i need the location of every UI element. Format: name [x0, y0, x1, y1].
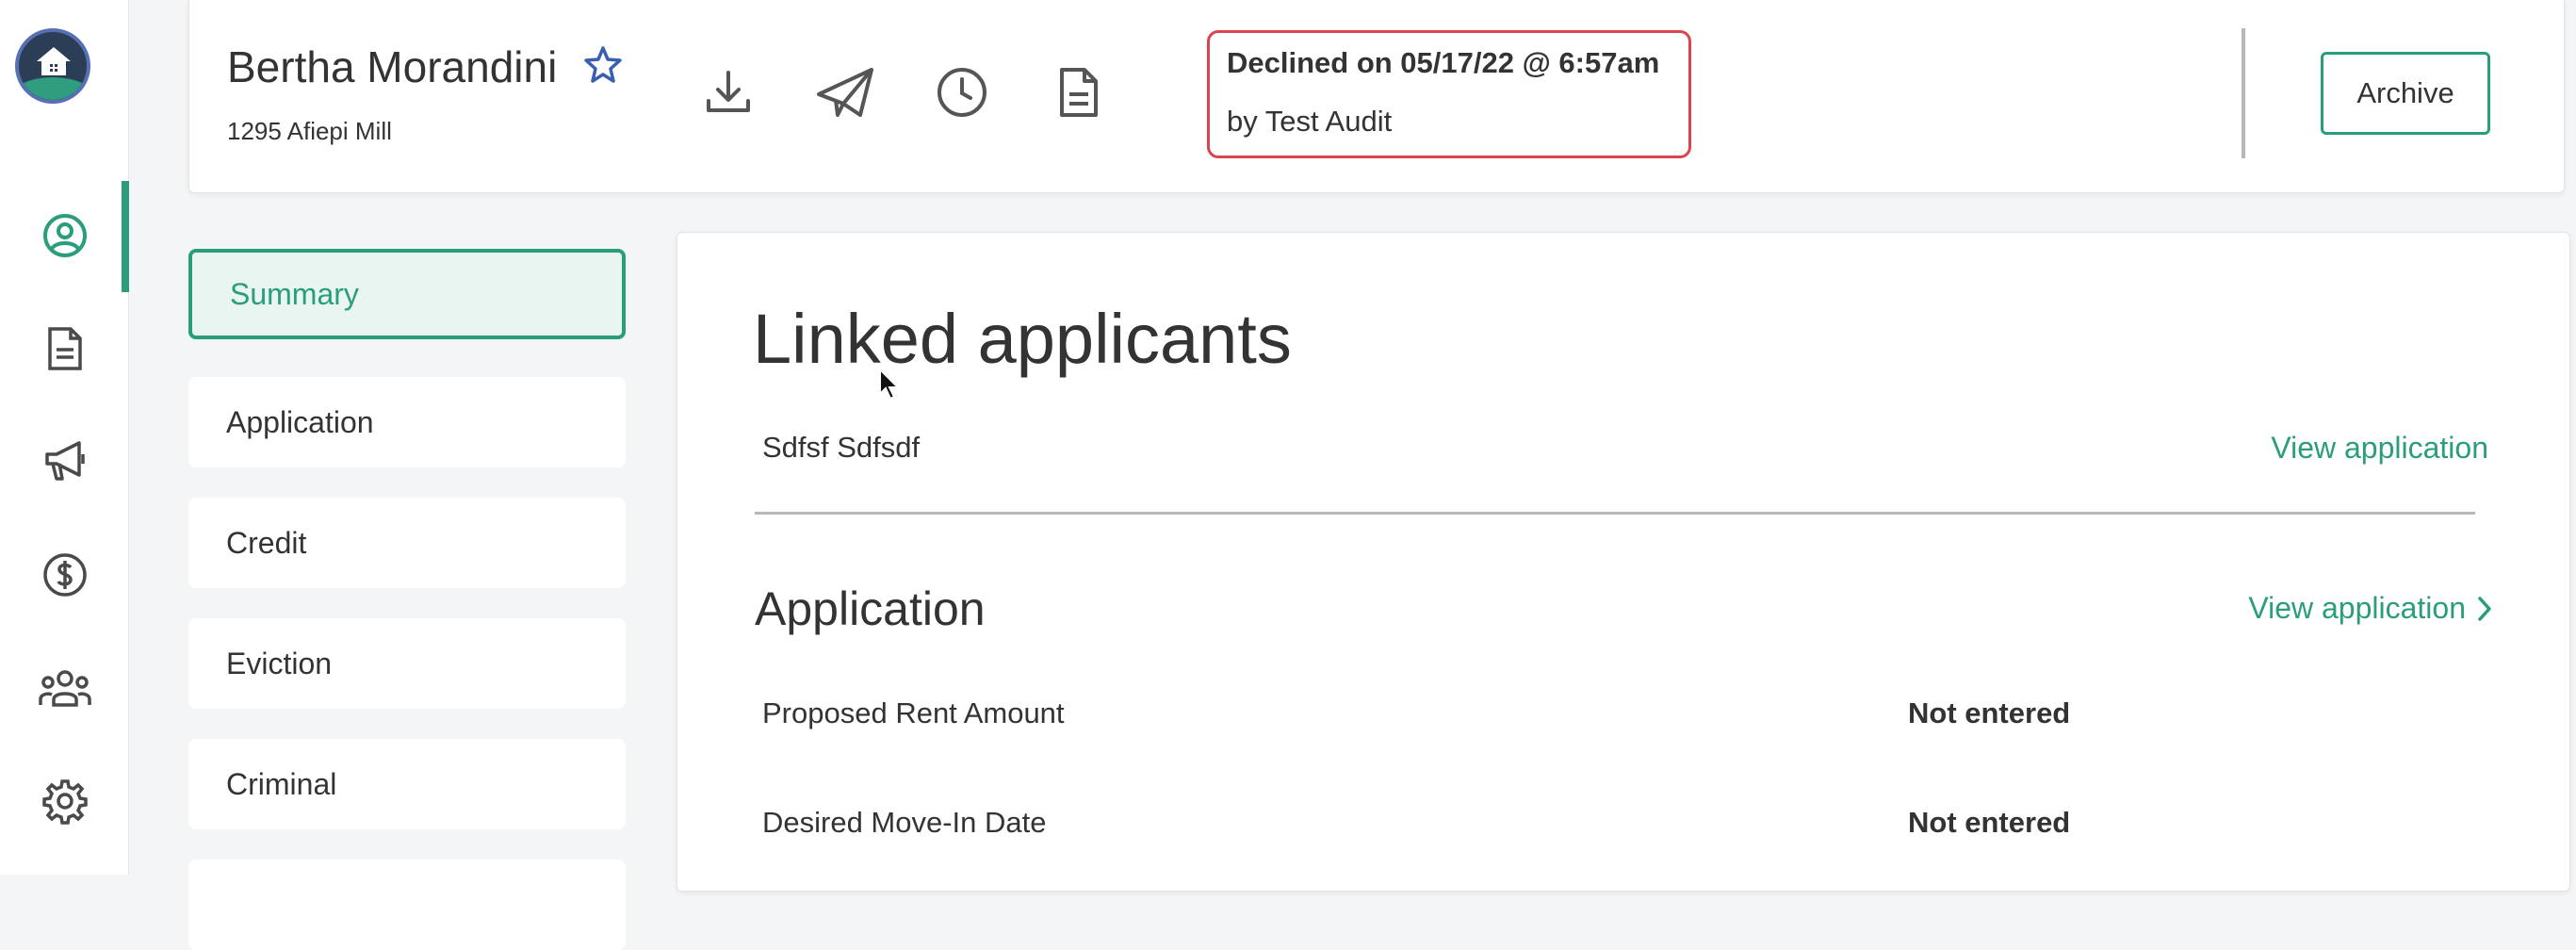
rail-item-settings[interactable] [0, 752, 129, 850]
linked-applicant-name: Sdfsf Sdfsdf [762, 431, 921, 464]
mouse-cursor-icon [879, 368, 901, 401]
rail-item-documents[interactable] [0, 300, 129, 398]
sidenav-item-summary[interactable]: Summary [188, 249, 626, 339]
rail-item-payments[interactable] [0, 526, 129, 624]
applicant-header: Bertha Morandini 1295 Afiepi Mill Declin… [188, 0, 2565, 193]
chevron-right-icon [2478, 596, 2491, 621]
view-application-button[interactable]: View application [2248, 591, 2492, 626]
archive-button[interactable]: Archive [2321, 52, 2490, 135]
house-icon [37, 47, 71, 75]
people-icon [38, 670, 91, 707]
applicant-name: Bertha Morandini [227, 42, 558, 91]
left-rail [0, 0, 129, 875]
application-section-title: Application [755, 582, 986, 635]
section-divider [755, 512, 2475, 515]
rail-item-people[interactable] [0, 639, 129, 737]
document-icon [47, 327, 82, 370]
proposed-rent-value: Not entered [1908, 696, 2071, 729]
linked-applicants-title: Linked applicants [753, 300, 1292, 378]
app-logo[interactable] [15, 28, 90, 104]
megaphone-icon [44, 441, 85, 481]
status-declined-box: Declined on 05/17/22 @ 6:57am by Test Au… [1207, 30, 1691, 158]
sidenav-item-eviction[interactable]: Eviction [188, 618, 626, 709]
sidenav-item-application[interactable]: Application [188, 377, 626, 467]
dollar-icon [42, 553, 87, 597]
clock-icon[interactable] [932, 62, 992, 123]
user-circle-icon [42, 214, 87, 257]
proposed-rent-label: Proposed Rent Amount [762, 696, 1065, 729]
move-in-date-value: Not entered [1908, 806, 2071, 839]
sidenav-item-credit[interactable]: Credit [188, 498, 626, 588]
header-divider [2242, 28, 2245, 158]
send-icon[interactable] [815, 62, 875, 123]
sidenav-item-more[interactable] [188, 860, 626, 950]
applicant-address: 1295 Afiepi Mill [227, 117, 392, 145]
view-application-label: View application [2248, 591, 2466, 625]
gear-icon [41, 779, 88, 825]
move-in-date-label: Desired Move-In Date [762, 806, 1047, 839]
summary-panel: Linked applicants Sdfsf Sdfsdf View appl… [677, 232, 2570, 892]
star-icon[interactable] [583, 45, 623, 90]
rail-item-marketing[interactable] [0, 412, 129, 510]
status-declined-by: by Test Audit [1227, 105, 1393, 138]
rail-item-profile[interactable] [0, 181, 129, 292]
logo-hill [19, 77, 87, 100]
status-declined-text: Declined on 05/17/22 @ 6:57am [1227, 46, 1660, 79]
download-icon[interactable] [698, 62, 758, 123]
view-application-link[interactable]: View application [2271, 431, 2488, 466]
document-icon[interactable] [1049, 62, 1109, 123]
sidenav-item-criminal[interactable]: Criminal [188, 739, 626, 829]
